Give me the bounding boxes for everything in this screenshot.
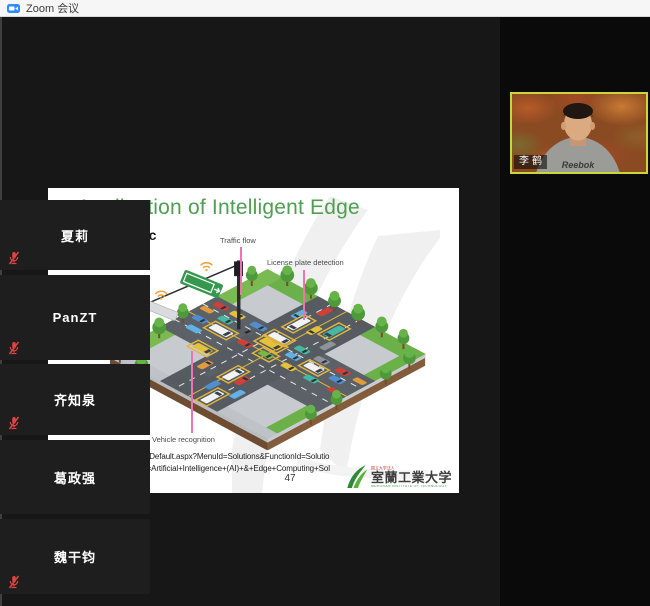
leaf-logo-icon (345, 463, 368, 490)
callout-line-license-plate (303, 270, 305, 320)
callout-line-traffic-flow (240, 247, 242, 295)
participant-name-label: 魏干钧 (54, 547, 96, 566)
logo-institute-text: MURORAN INSTITUTE OF TECHNOLOGY (371, 485, 447, 488)
logo-corporation-text: 国立大学法人 (371, 465, 395, 471)
zoom-meeting-window: Zoom 会议 Application of Intelligent Edge … (0, 0, 650, 606)
window-titlebar: Zoom 会议 (0, 0, 650, 17)
label-license-plate: License plate detection (267, 258, 344, 267)
participant-tile-qizhiquan[interactable]: 齐知泉 (0, 364, 150, 435)
wifi-icon (201, 263, 212, 272)
university-logo: 国立大学法人 室蘭工業大学 MURORAN INSTITUTE OF TECHN… (345, 462, 459, 491)
participant-video-tile[interactable]: Reebok 李鹤 (510, 92, 648, 174)
participant-name-label: PanZT (53, 310, 98, 325)
participant-tile-xiali[interactable]: 夏莉 (0, 200, 150, 270)
muted-mic-icon (8, 341, 20, 355)
muted-mic-icon (8, 251, 20, 265)
label-vehicle-recognition: Vehicle recognition (152, 435, 215, 444)
callout-line-vehicle-recognition (191, 351, 193, 433)
smart-traffic-illustration (108, 252, 433, 450)
page-number: 47 (270, 473, 310, 484)
participant-tile-weiganjun[interactable]: 魏干钧 (0, 519, 150, 594)
participant-name-label: 齐知泉 (54, 390, 96, 409)
platform-top (110, 269, 426, 439)
muted-mic-icon (8, 416, 20, 430)
participant-name-label: 葛政强 (54, 468, 96, 487)
svg-text:Reebok: Reebok (562, 160, 596, 170)
window-title: Zoom 会议 (26, 0, 79, 16)
participant-tile-panzt[interactable]: PanZT (0, 275, 150, 360)
label-traffic-flow: Traffic flow (220, 236, 256, 245)
participant-name-label: 李鹤 (514, 155, 547, 169)
zoom-camera-icon (7, 4, 20, 13)
participant-name-label: 夏莉 (61, 226, 89, 245)
participant-tile-gezhengqiang[interactable]: 葛政强 (0, 440, 150, 514)
muted-mic-icon (8, 575, 20, 589)
logo-university-name: 室蘭工業大学 (371, 471, 452, 485)
